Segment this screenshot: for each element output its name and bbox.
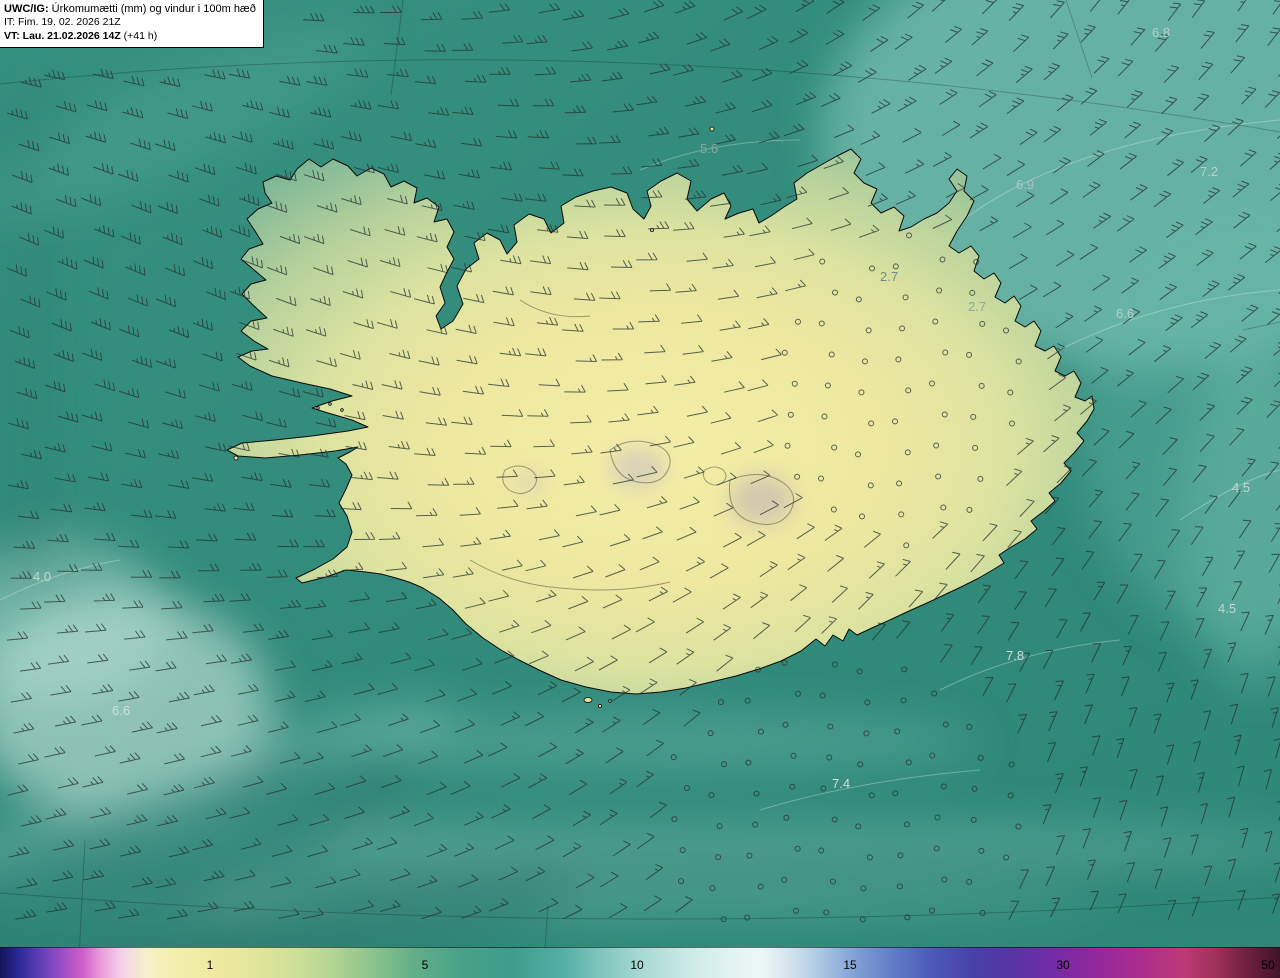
contour-value-label: 4.5 (1218, 601, 1236, 616)
island (316, 406, 320, 410)
ocean-dark-streak (300, 858, 1280, 886)
contour-value-label: 6.8 (1152, 25, 1170, 40)
glacier-patch (517, 473, 543, 491)
weather-forecast-map-app: 6.8 5.6 6.9 7.2 2.7 2.7 6.6 4.5 4.0 4.5 7.8 6.6 7.4 … (0, 0, 1280, 978)
product-name: Úrkomumætti (mm) og vindur i 100m hæð (48, 3, 256, 15)
weather-map-canvas: 6.8 5.6 6.9 7.2 2.7 2.7 6.6 4.5 4.0 4.5 7.8 6.6 7.4 (0, 0, 1280, 978)
glacier-patch (730, 475, 794, 525)
contour-value-label: 4.0 (33, 569, 51, 584)
contour-value-label: 7.8 (1006, 648, 1024, 663)
island (233, 455, 239, 461)
colorbar-tick-label: 10 (630, 957, 644, 972)
model-name: UWC/IG: (4, 3, 49, 15)
island (340, 408, 344, 412)
colorbar-tick-label: 5 (421, 957, 429, 972)
contour-value-label: 2.7 (880, 269, 898, 284)
init-time-line: IT: Fim. 19. 02. 2026 21Z (4, 16, 121, 29)
island (709, 126, 715, 132)
island (583, 697, 593, 703)
colorbar-tick-label: 50 (1261, 957, 1275, 972)
colorbar-tick-label: 1 (206, 957, 214, 972)
contour-value-label: 6.9 (1016, 177, 1034, 192)
valid-time: VT: Lau. 21.02.2026 14Z (4, 29, 121, 42)
island (598, 704, 603, 709)
contour-value-label: 2.7 (968, 299, 986, 314)
product-title-line: UWC/IG: Úrkomumætti (mm) og vindur i 100… (4, 2, 256, 16)
contour-value-label: 7.4 (832, 776, 850, 791)
precipitation-colorbar: 1 5 10 15 30 50 (0, 947, 1280, 978)
contour-value-label: 4.5 (1232, 480, 1250, 495)
contour-value-label: 5.6 (700, 141, 718, 156)
contour-value-label: 6.6 (112, 703, 130, 718)
colorbar-tick-label: 15 (843, 957, 857, 972)
forecast-title-box: UWC/IG: Úrkomumætti (mm) og vindur i 100… (0, 0, 264, 48)
island (328, 402, 332, 406)
colorbar-tick-label: 30 (1056, 957, 1070, 972)
contour-value-label: 7.2 (1200, 164, 1218, 179)
valid-time-line: VT: Lau. 21.02.2026 14Z (+41 h) (4, 30, 256, 44)
island (608, 699, 612, 703)
valid-offset: (+41 h) (120, 29, 158, 42)
contour-value-label: 6.6 (1116, 306, 1134, 321)
